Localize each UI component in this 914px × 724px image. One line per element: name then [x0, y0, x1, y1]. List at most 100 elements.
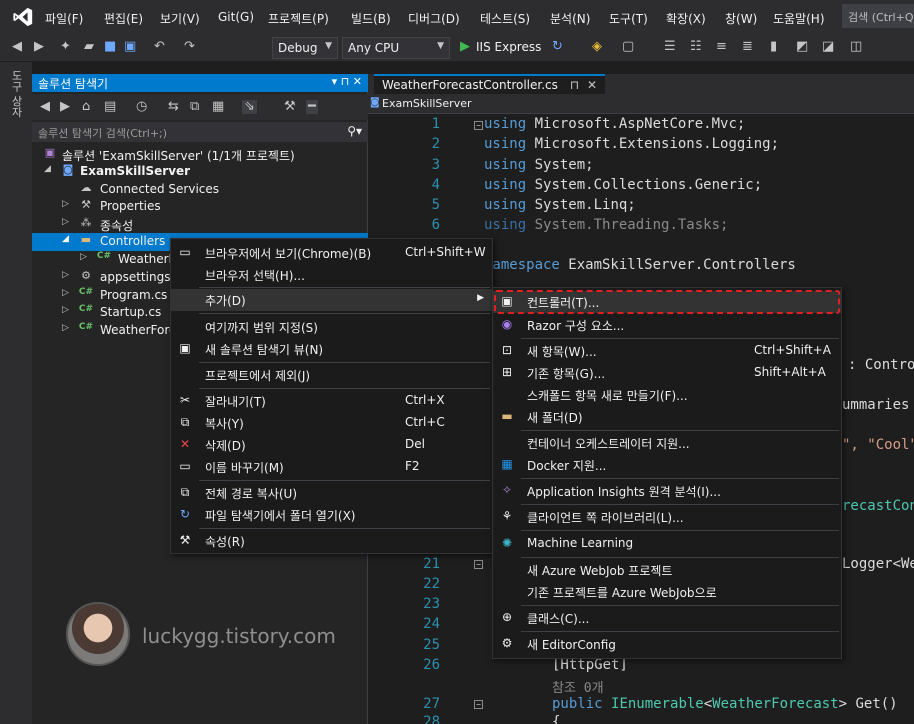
close-icon[interactable]: ✕ — [587, 78, 597, 92]
submenu-item-existing-webjob[interactable]: 기존 프로젝트를 Azure WebJob으로 — [493, 581, 841, 603]
submenu-item-container-orchestrator[interactable]: 컨테이너 오케스트레이터 지원... — [493, 432, 841, 454]
uncomment-icon[interactable]: ≣ — [742, 40, 753, 54]
collapsed-arrow-icon[interactable]: ▷ — [62, 305, 72, 315]
tree-item-properties[interactable]: ▷ ⚒ Properties — [32, 198, 368, 216]
menu-test[interactable]: 테스트(S) — [480, 10, 530, 27]
home-icon[interactable]: ⌂ — [82, 100, 90, 114]
tree-item-connected-services[interactable]: ☁ Connected Services — [32, 181, 368, 199]
submenu-item-client-library[interactable]: ⚘ 클라이언트 쪽 라이브러리(L)... — [493, 506, 841, 528]
submenu-item-new-webjob[interactable]: 새 Azure WebJob 프로젝트 — [493, 559, 841, 581]
pin-icon[interactable]: ⊓ — [570, 78, 579, 92]
menu-tools[interactable]: 도구(T) — [609, 10, 648, 27]
menu-edit[interactable]: 편집(E) — [104, 10, 143, 27]
menu-file[interactable]: 파일(F) — [45, 10, 83, 27]
tree-item-weatherforecast[interactable]: ▷ C# WeatherForecast.cs — [32, 322, 172, 340]
run-button[interactable]: IIS Express — [476, 40, 541, 54]
collapsed-arrow-icon[interactable]: ▷ — [62, 323, 72, 333]
submenu-item-existing-item[interactable]: ⊞ 기존 항목(G)... Shift+Alt+A — [493, 362, 841, 384]
menu-analyze[interactable]: 분석(N) — [550, 10, 590, 27]
align-icon[interactable]: ☰ — [664, 40, 676, 54]
menu-debug[interactable]: 디버그(D) — [408, 10, 460, 27]
new-project-icon[interactable]: ✦ — [60, 40, 71, 54]
save-all-icon[interactable]: ▣ — [124, 40, 136, 54]
submenu-item-class[interactable]: ⊕ 클래스(C)... — [493, 607, 841, 629]
search-input[interactable]: 검색 (Ctrl+Q) — [842, 4, 914, 28]
menu-item-open-folder[interactable]: ↻ 파일 탐색기에서 폴더 열기(X) — [171, 504, 492, 526]
submenu-item-editorconfig[interactable]: ⚙ 새 EditorConfig — [493, 633, 841, 655]
browser-link-icon[interactable]: ◈ — [592, 40, 602, 54]
collapse-icon[interactable]: − — [474, 560, 483, 569]
forward-icon[interactable]: ▶ — [60, 100, 70, 114]
tree-item-startup[interactable]: ▷ C# Startup.cs — [32, 304, 172, 322]
submenu-item-machine-learning[interactable]: ✺ Machine Learning — [493, 533, 841, 555]
menu-item-view-in-browser[interactable]: ▭ 브라우저에서 보기(Chrome)(B) Ctrl+Shift+W — [171, 242, 492, 264]
menu-item-exclude[interactable]: 프로젝트에서 제외(J) — [171, 364, 492, 386]
tree-item-program[interactable]: ▷ C# Program.cs — [32, 287, 172, 305]
menu-item-scope-to-this[interactable]: 여기까지 범위 지정(S) — [171, 316, 492, 338]
sync-icon[interactable]: ⇆ — [168, 100, 179, 114]
pending-changes-icon[interactable]: ◷ — [136, 100, 147, 114]
tab-weatherforecastcontroller[interactable]: WeatherForecastController.cs ⊓ ✕ — [374, 74, 605, 94]
menu-item-copy[interactable]: ⧉ 복사(Y) Ctrl+C — [171, 412, 492, 434]
switch-views-icon[interactable]: ▤ — [104, 100, 116, 114]
menu-window[interactable]: 창(W) — [725, 10, 757, 27]
menu-build[interactable]: 빌드(B) — [351, 10, 391, 27]
menu-item-delete[interactable]: ✕ 삭제(D) Del — [171, 434, 492, 456]
tree-item-dependencies[interactable]: ▷ ⁂ 종속성 — [32, 216, 368, 234]
refresh-icon[interactable]: ↻ — [552, 40, 563, 54]
show-all-files-icon[interactable]: ▦ — [212, 100, 224, 114]
comment-icon[interactable]: ≡ — [716, 40, 727, 54]
collapsed-arrow-icon[interactable]: ▷ — [80, 252, 90, 262]
collapse-icon[interactable]: − — [474, 700, 483, 709]
tree-item-weatherforecastcontroller[interactable]: ▷ C# WeatherForecastController.cs — [32, 251, 172, 269]
next-bookmark-icon[interactable]: ◪ — [822, 40, 834, 54]
toolbox-tab[interactable]: 도구 상자 — [8, 70, 24, 118]
save-icon[interactable]: ■ — [104, 40, 116, 54]
solution-explorer-search[interactable]: 솔루션 탐색기 검색(Ctrl+;) ⚲▾ — [32, 122, 368, 142]
search-icon[interactable]: ⚲▾ — [347, 124, 362, 138]
back-icon[interactable]: ◀ — [40, 100, 50, 114]
prev-bookmark-icon[interactable]: ◩ — [796, 40, 808, 54]
back-icon[interactable]: ◀ — [12, 40, 22, 54]
preview-icon[interactable]: ⇘ — [242, 100, 257, 114]
redo-icon[interactable]: ↷ — [184, 40, 195, 54]
collapse-all-icon[interactable]: ⧉ — [190, 100, 199, 114]
submenu-item-app-insights[interactable]: ✧ Application Insights 원격 분석(I)... — [493, 480, 841, 502]
screenshot-icon[interactable]: ▢ — [622, 40, 634, 54]
submenu-item-docker[interactable]: ▦ Docker 지원... — [493, 454, 841, 476]
play-icon[interactable]: ▶ — [460, 40, 470, 54]
tree-item-appsettings[interactable]: ▷ ⚙ appsettings.json — [32, 269, 172, 287]
configuration-select[interactable]: Debug ▼ — [272, 37, 338, 59]
menu-item-rename[interactable]: ▭ 이름 바꾸기(M) F2 — [171, 456, 492, 478]
menu-item-properties[interactable]: ⚒ 속성(R) — [171, 530, 492, 552]
submenu-item-new-item[interactable]: ⊡ 새 항목(W)... Ctrl+Shift+A — [493, 340, 841, 362]
pin-icon[interactable]: ━ — [306, 100, 318, 114]
submenu-item-scaffold[interactable]: 스캐폴드 항목 새로 만들기(F)... — [493, 384, 841, 406]
menu-item-new-solution-view[interactable]: ▣ 새 솔루션 탐색기 뷰(N) — [171, 338, 492, 360]
menu-item-browse-with[interactable]: 브라우저 선택(H)... — [171, 264, 492, 286]
collapsed-arrow-icon[interactable]: ▷ — [62, 199, 72, 209]
collapsed-arrow-icon[interactable]: ▷ — [62, 288, 72, 298]
tree-item-project[interactable]: ◢ ◙ ExamSkillServer — [32, 163, 368, 181]
menu-view[interactable]: 보기(V) — [160, 10, 200, 27]
undo-icon[interactable]: ↶ — [154, 40, 165, 54]
submenu-item-razor-component[interactable]: ◉ Razor 구성 요소... — [493, 314, 841, 336]
window-controls[interactable]: ▾ ⊓ ✕ — [332, 75, 362, 88]
menu-extensions[interactable]: 확장(X) — [666, 10, 706, 27]
indent-icon[interactable]: ☷ — [690, 40, 702, 54]
menu-item-cut[interactable]: ✂ 잘라내기(T) Ctrl+X — [171, 390, 492, 412]
menu-item-copy-full-path[interactable]: ⧉ 전체 경로 복사(U) — [171, 482, 492, 504]
collapse-icon[interactable]: − — [474, 121, 483, 130]
code-lens[interactable]: 참조 0개 — [552, 677, 604, 696]
platform-select[interactable]: Any CPU ▼ — [342, 37, 450, 59]
collapsed-arrow-icon[interactable]: ▷ — [62, 270, 72, 280]
menu-item-add[interactable]: 추가(D) ▶ — [171, 289, 492, 311]
tree-item-solution[interactable]: ▣ 솔루션 'ExamSkillServer' (1/1개 프로젝트) — [32, 146, 368, 164]
expanded-arrow-icon[interactable]: ◢ — [62, 234, 72, 244]
bookmark-icon[interactable]: ▮ — [770, 40, 777, 54]
navigation-bar[interactable]: ◙ ExamSkillServer — [368, 94, 914, 114]
visual-studio-logo-icon[interactable] — [12, 6, 34, 28]
expanded-arrow-icon[interactable]: ◢ — [44, 164, 54, 174]
submenu-item-new-folder[interactable]: ▬ 새 폴더(D) — [493, 406, 841, 428]
menu-project[interactable]: 프로젝트(P) — [268, 10, 329, 27]
